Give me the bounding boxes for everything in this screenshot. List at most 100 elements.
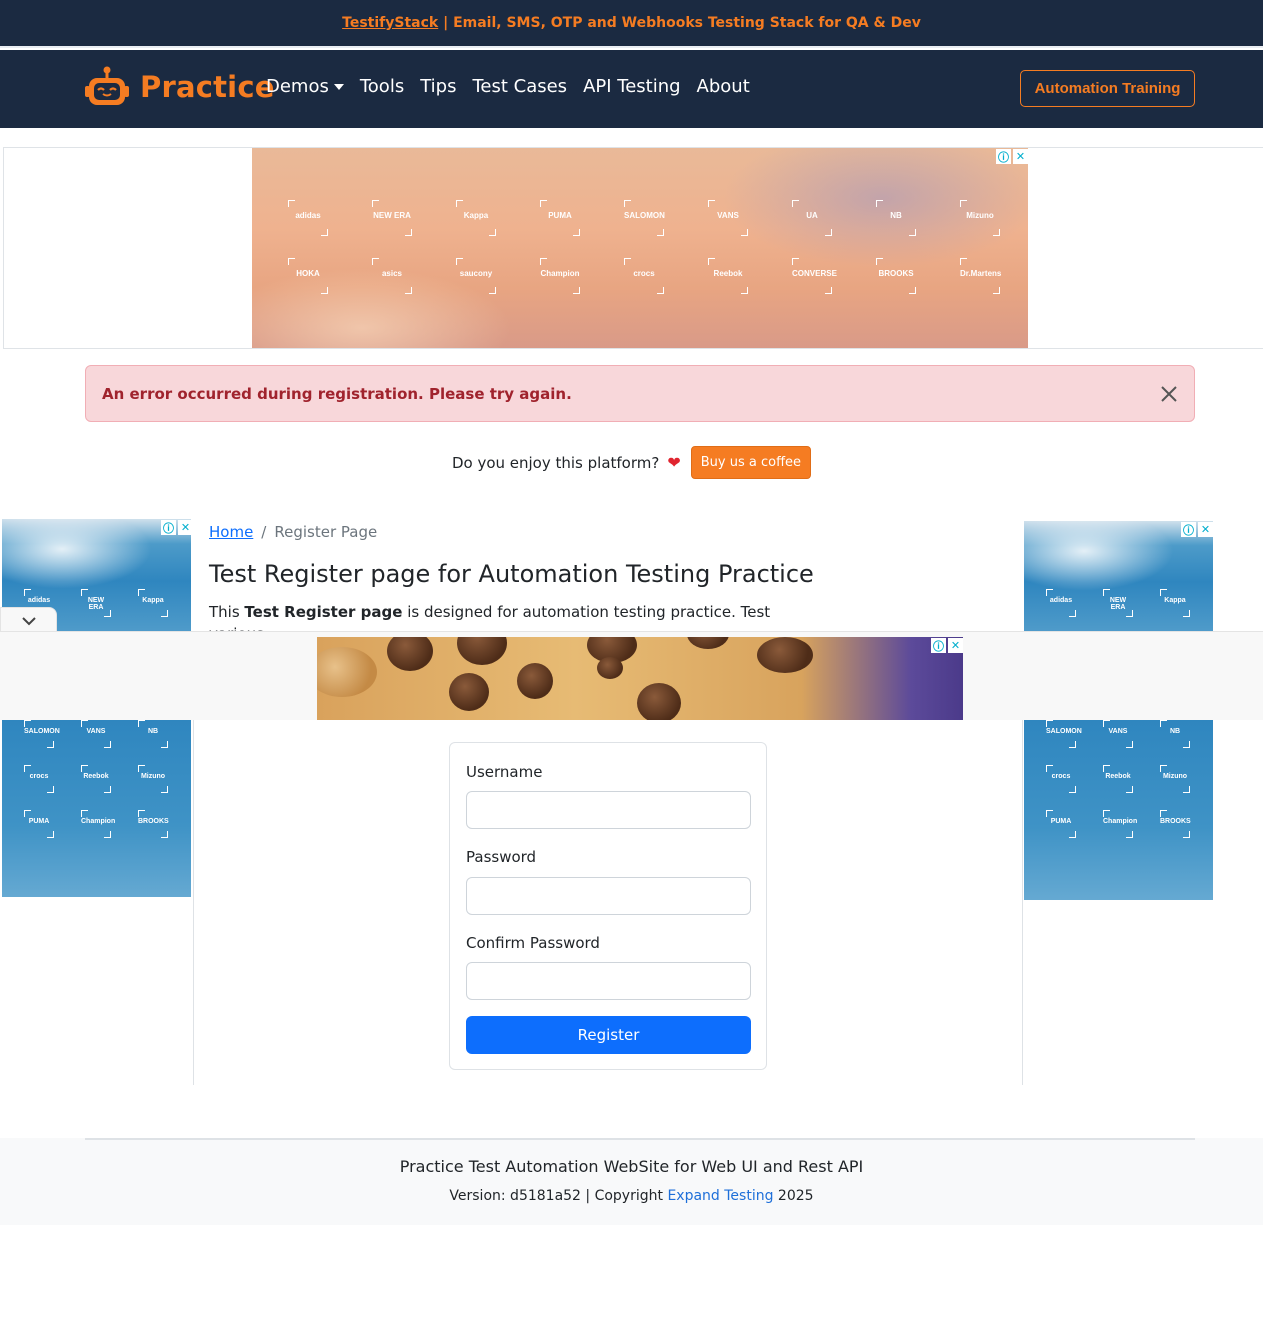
ad-brand-logo-label: BROOKS [1160,818,1191,825]
ad-brand-logo-label: Kappa [142,597,164,604]
ad-brand-logo-label: Reebok [713,269,743,278]
ad-brand-logo: Champion [1103,810,1138,838]
brand-logo-link[interactable]: Practice [84,65,275,109]
expand-testing-link[interactable]: Expand Testing [667,1188,773,1204]
ad-brand-logo-label: NB [890,211,902,220]
automation-training-button[interactable]: Automation Training [1020,70,1195,107]
overlay-ad-badges: ⓘ ✕ [931,638,963,653]
ad-brand-logo: Reebok [81,765,111,793]
ad-brand-logo-label: SALOMON [1046,728,1082,735]
ad-cookie-decoration [517,663,553,699]
ad-brand-logo-label: adidas [295,211,321,220]
ad-info-icon[interactable]: ⓘ [161,520,176,535]
ad-brand-grid: SALOMON VANS NB crocs Reebok Mizuno PUMA Champi… [1046,720,1213,855]
ad-brand-logo-label: NB [147,728,159,735]
ad-brand-logo: PUMA [24,810,54,838]
ad-cookie-decoration [387,637,433,671]
brand-name: Practice [140,70,275,104]
footer: Practice Test Automation WebSite for Web… [0,1138,1263,1225]
ad-brand-logo-label: adidas [1049,597,1073,604]
nav-about[interactable]: About [697,76,750,97]
ad-brand-logo: BROOKS [138,810,169,838]
right-side-ad-top[interactable]: adidas NEW ERA Kappa [1024,521,1213,632]
ad-close-icon[interactable]: ✕ [948,638,963,653]
confirm-password-input[interactable] [466,962,751,1000]
ad-brand-logo: BROOKS [876,258,916,294]
ad-brand-logo-label: Champion [540,269,580,278]
ad-brand-logo: Champion [81,810,116,838]
ad-brand-logo: crocs [1046,765,1076,793]
ad-close-icon[interactable]: ✕ [1013,149,1028,164]
breadcrumb-separator: / [261,523,267,541]
ad-brand-logo: adidas [288,200,328,236]
ad-brand-logo-label: Mizuno [1162,773,1188,780]
username-input[interactable] [466,791,751,829]
alert-close-icon[interactable] [1158,383,1180,405]
ad-info-icon[interactable]: ⓘ [996,149,1011,164]
left-ad-badges: ⓘ ✕ [161,520,193,535]
breadcrumb-current: Register Page [274,523,378,541]
ad-brand-logo-label: Champion [1103,818,1138,825]
ad-brand-logo-label: BROOKS [878,269,914,278]
ad-brand-logo: CONVERSE [792,258,837,294]
footer-year: 2025 [773,1188,814,1204]
nav-demos[interactable]: Demos [266,76,344,97]
buy-coffee-button[interactable]: Buy us a coffee [690,446,812,479]
nav-test-cases[interactable]: Test Cases [472,76,567,97]
ad-brand-logo: saucony [456,258,496,294]
ad-brand-logo-label: Mizuno [966,211,994,220]
caret-down-icon [333,83,344,90]
ad-brand-logo-label: Mizuno [140,773,166,780]
ad-brand-logo-label: NB [1169,728,1181,735]
promo-bar: TestifyStack | Email, SMS, OTP and Webho… [0,0,1263,48]
ad-brand-logo: PUMA [540,200,580,236]
ad-brand-logo-label: NEW ERA [373,211,411,220]
ad-brand-logo-label: UA [806,211,818,220]
ad-brand-logo: VANS [1103,720,1133,748]
top-ad-badges: ⓘ ✕ [996,149,1028,164]
ad-brand-logo-label: PUMA [1050,818,1072,825]
coffee-text: Do you enjoy this platform? [451,453,660,472]
ad-brand-logo-label: VANS [717,211,739,220]
ad-close-icon[interactable]: ✕ [1198,522,1213,537]
right-ad-badges: ⓘ ✕ [1181,522,1213,537]
ad-brand-logo-label: Champion [81,818,116,825]
ad-brand-grid: SALOMON VANS NB crocs Reebok Mizuno PUMA Champi… [24,720,191,855]
ad-brand-logo-label: VANS [86,728,106,735]
top-banner-ad[interactable]: adidas NEW ERA Kappa PUMA SALOMON VANS UA NB Miz… [252,148,1028,348]
ad-cookie-decoration [457,637,507,665]
promo-link[interactable]: TestifyStack [342,15,438,31]
error-alert: An error occurred during registration. P… [85,365,1195,422]
ad-brand-logo: Mizuno [138,765,168,793]
overlay-ad-collapse-toggle[interactable] [0,607,57,633]
nav-tips[interactable]: Tips [420,76,456,97]
navbar: Practice Demos Tools Tips Test Cases API… [0,50,1263,128]
ad-brand-logo: Kappa [456,200,496,236]
ad-brand-logo: NEW ERA [372,200,412,236]
ad-brand-logo-label: CONVERSE [792,269,837,278]
nav-tools[interactable]: Tools [360,76,404,97]
right-side-ad-bottom[interactable]: SALOMON VANS NB crocs Reebok Mizuno PUMA Champi… [1024,720,1213,900]
ad-brand-logo-label: Reebok [83,773,109,780]
ad-close-icon[interactable]: ✕ [178,520,193,535]
ad-brand-logo: HOKA [288,258,328,294]
ad-brand-logo: Reebok [708,258,748,294]
ad-brand-logo: NB [876,200,916,236]
password-input[interactable] [466,877,751,915]
nav-api-testing[interactable]: API Testing [583,76,680,97]
ad-brand-logo: NB [1160,720,1190,748]
nav-menu: Demos Tools Tips Test Cases API Testing … [266,76,750,97]
breadcrumb: Home / Register Page [209,523,377,541]
ad-brand-logo: VANS [81,720,111,748]
breadcrumb-home-link[interactable]: Home [209,523,253,541]
register-button[interactable]: Register [466,1016,751,1054]
promo-text: TestifyStack | Email, SMS, OTP and Webho… [342,15,921,31]
ad-brand-logo-label: NEW ERA [1109,597,1127,611]
cookie-banner-ad[interactable] [317,637,963,720]
ad-info-icon[interactable]: ⓘ [1181,522,1196,537]
ad-info-icon[interactable]: ⓘ [931,638,946,653]
left-side-ad-bottom[interactable]: SALOMON VANS NB crocs Reebok Mizuno PUMA Champi… [2,720,191,897]
ad-brand-logo: Dr.Martens [960,258,1001,294]
ad-brand-logo: crocs [24,765,54,793]
ad-brand-logo: Kappa [1160,589,1190,617]
